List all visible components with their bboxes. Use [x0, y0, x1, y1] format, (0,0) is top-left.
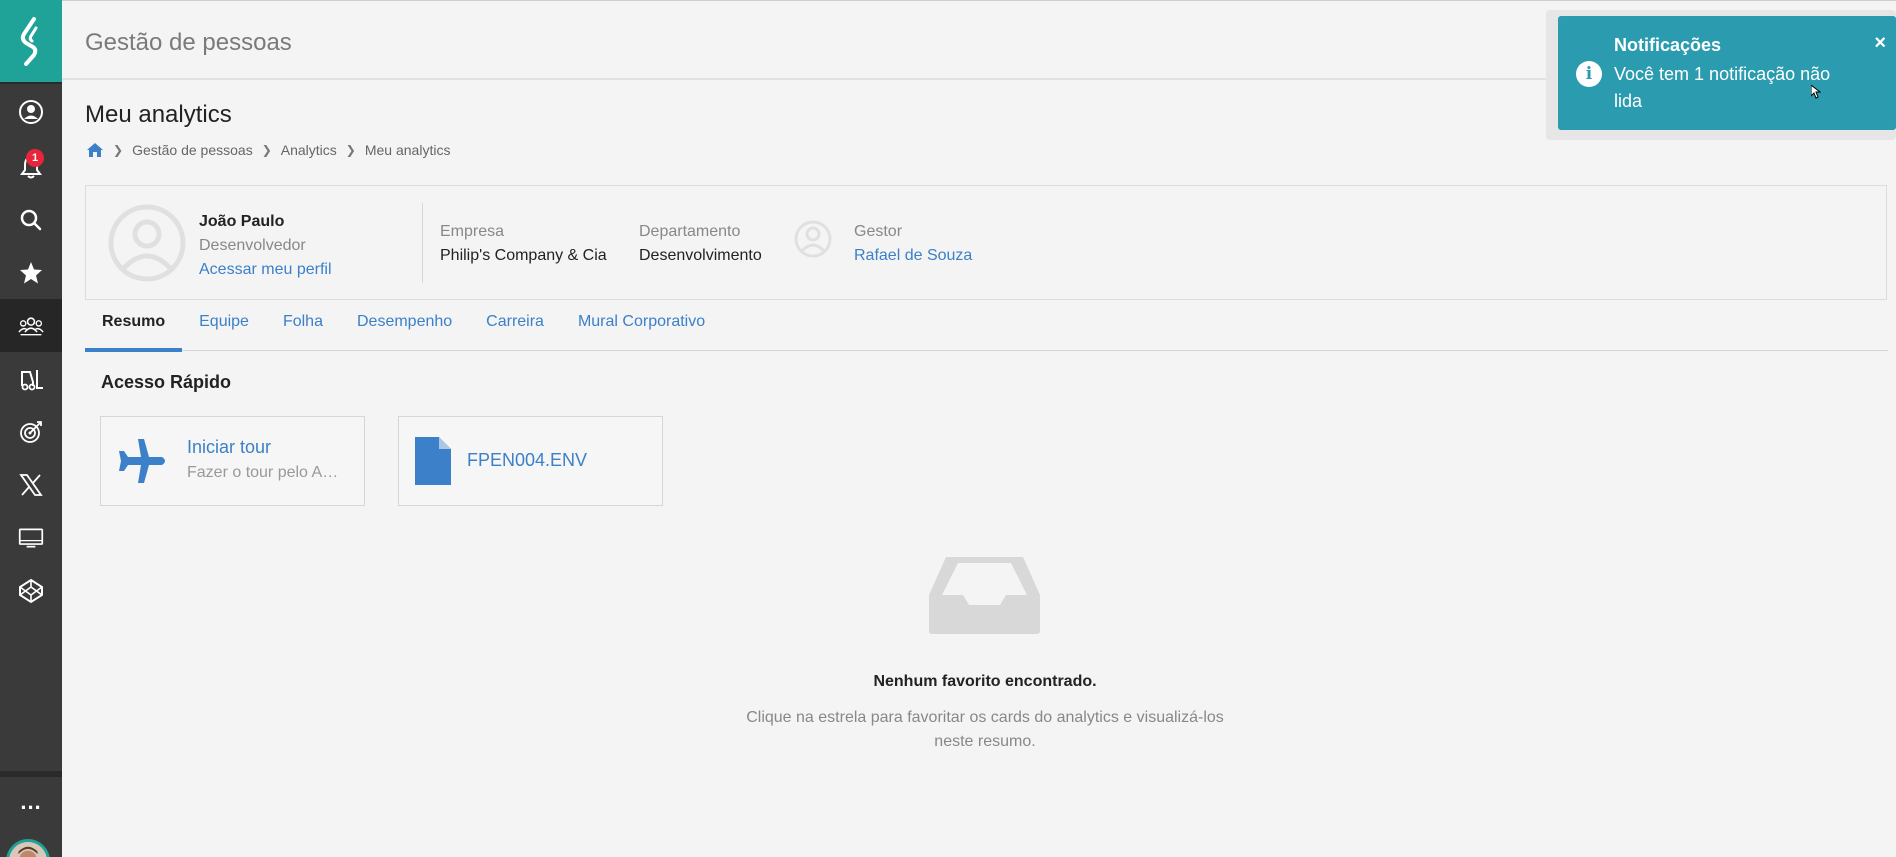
file-icon	[415, 437, 451, 485]
profile-card: João Paulo Desenvolvedor Acessar meu per…	[85, 185, 1887, 300]
breadcrumb-item-gestao[interactable]: Gestão de pessoas	[132, 142, 253, 158]
company-value: Philip's Company & Cia	[440, 247, 607, 264]
sidebar-bottom: ...	[0, 771, 62, 857]
chevron-right-icon: ❯	[113, 143, 124, 157]
profile-role: Desenvolvedor	[199, 237, 306, 254]
x-logo-icon	[19, 473, 43, 496]
sidebar-item-goals[interactable]	[0, 405, 62, 458]
logo-icon	[20, 17, 38, 66]
quick-access-title: Acesso Rápido	[101, 372, 232, 392]
forklift-icon	[21, 369, 43, 390]
quick-card-file-title: FPEN004.ENV	[467, 450, 588, 470]
sidebar-item-search[interactable]	[0, 193, 62, 246]
close-icon[interactable]: ×	[1874, 32, 1886, 55]
user-placeholder-icon	[108, 204, 186, 282]
sidebar-item-x[interactable]	[0, 458, 62, 511]
profile-link[interactable]: Acessar meu perfil	[199, 261, 332, 279]
empty-state-title: Nenhum favorito encontrado.	[873, 673, 1097, 690]
sidebar-item-people[interactable]	[0, 299, 62, 352]
sidebar-item-profile[interactable]	[0, 84, 62, 140]
manager-link[interactable]: Rafael de Souza	[854, 247, 972, 265]
search-icon	[20, 209, 42, 230]
notification-badge: 1	[26, 149, 44, 167]
breadcrumb-item-analytics[interactable]: Analytics	[281, 142, 337, 158]
department-label: Departamento	[639, 223, 741, 240]
chevron-right-icon: ❯	[345, 143, 356, 157]
tab-folha[interactable]: Folha	[266, 310, 340, 351]
sidebar-item-logistics[interactable]	[0, 352, 62, 405]
app-logo[interactable]	[0, 0, 62, 82]
info-icon: i	[1576, 61, 1602, 87]
more-menu-button[interactable]: ...	[0, 777, 62, 827]
header-title: Gestão de pessoas	[85, 29, 292, 56]
codepen-icon	[19, 578, 43, 603]
sidebar-item-notifications[interactable]: 1	[0, 140, 62, 193]
user-avatar[interactable]	[6, 839, 50, 857]
quick-card-tour-subtitle: Fazer o tour pelo Analytics	[187, 464, 347, 481]
monitor-icon	[18, 527, 44, 548]
star-icon	[20, 261, 42, 283]
notification-body: Você tem 1 notificação não lida	[1614, 64, 1831, 111]
target-icon	[20, 420, 42, 443]
quick-card-file[interactable]: FPEN004.ENV	[398, 416, 663, 506]
quick-card-tour[interactable]: Iniciar tour Fazer o tour pelo Analytics	[100, 416, 365, 506]
page-title: Meu analytics	[85, 101, 232, 128]
quick-card-tour-title: Iniciar tour	[187, 437, 272, 457]
notification-title: Notificações	[1614, 35, 1722, 55]
sidebar-item-codepen[interactable]	[0, 564, 62, 617]
tab-mural-corporativo[interactable]: Mural Corporativo	[561, 310, 722, 351]
sidebar: 1 ...	[0, 0, 62, 857]
chevron-right-icon: ❯	[261, 143, 272, 157]
tab-desempenho[interactable]: Desempenho	[340, 310, 469, 351]
empty-state-text: Clique na estrela para favoritar os card…	[746, 709, 1224, 750]
plane-icon	[119, 439, 165, 483]
breadcrumb-item-current: Meu analytics	[364, 142, 451, 158]
tabs-bar: Resumo Equipe Folha Desempenho Carreira …	[85, 310, 1888, 352]
home-icon[interactable]	[87, 143, 103, 157]
people-group-icon	[18, 316, 44, 335]
tab-resumo[interactable]: Resumo	[85, 310, 183, 352]
profile-name: João Paulo	[199, 213, 285, 230]
department-value: Desenvolvimento	[639, 247, 762, 264]
notification-toast[interactable]: i Notificações Você tem 1 notificação nã…	[1558, 16, 1896, 130]
inbox-icon	[929, 557, 1040, 634]
breadcrumb: ❯ Gestão de pessoas ❯ Analytics ❯ Meu an…	[87, 142, 459, 158]
profile-divider	[422, 203, 423, 283]
manager-placeholder-icon	[794, 220, 832, 258]
tab-carreira[interactable]: Carreira	[469, 310, 561, 351]
user-circle-icon	[19, 100, 43, 124]
manager-label: Gestor	[854, 223, 903, 240]
sidebar-item-monitor[interactable]	[0, 511, 62, 564]
company-label: Empresa	[440, 223, 505, 240]
sidebar-item-favorites[interactable]	[0, 246, 62, 299]
tab-equipe[interactable]: Equipe	[182, 310, 266, 351]
mouse-cursor-icon	[1811, 85, 1821, 99]
